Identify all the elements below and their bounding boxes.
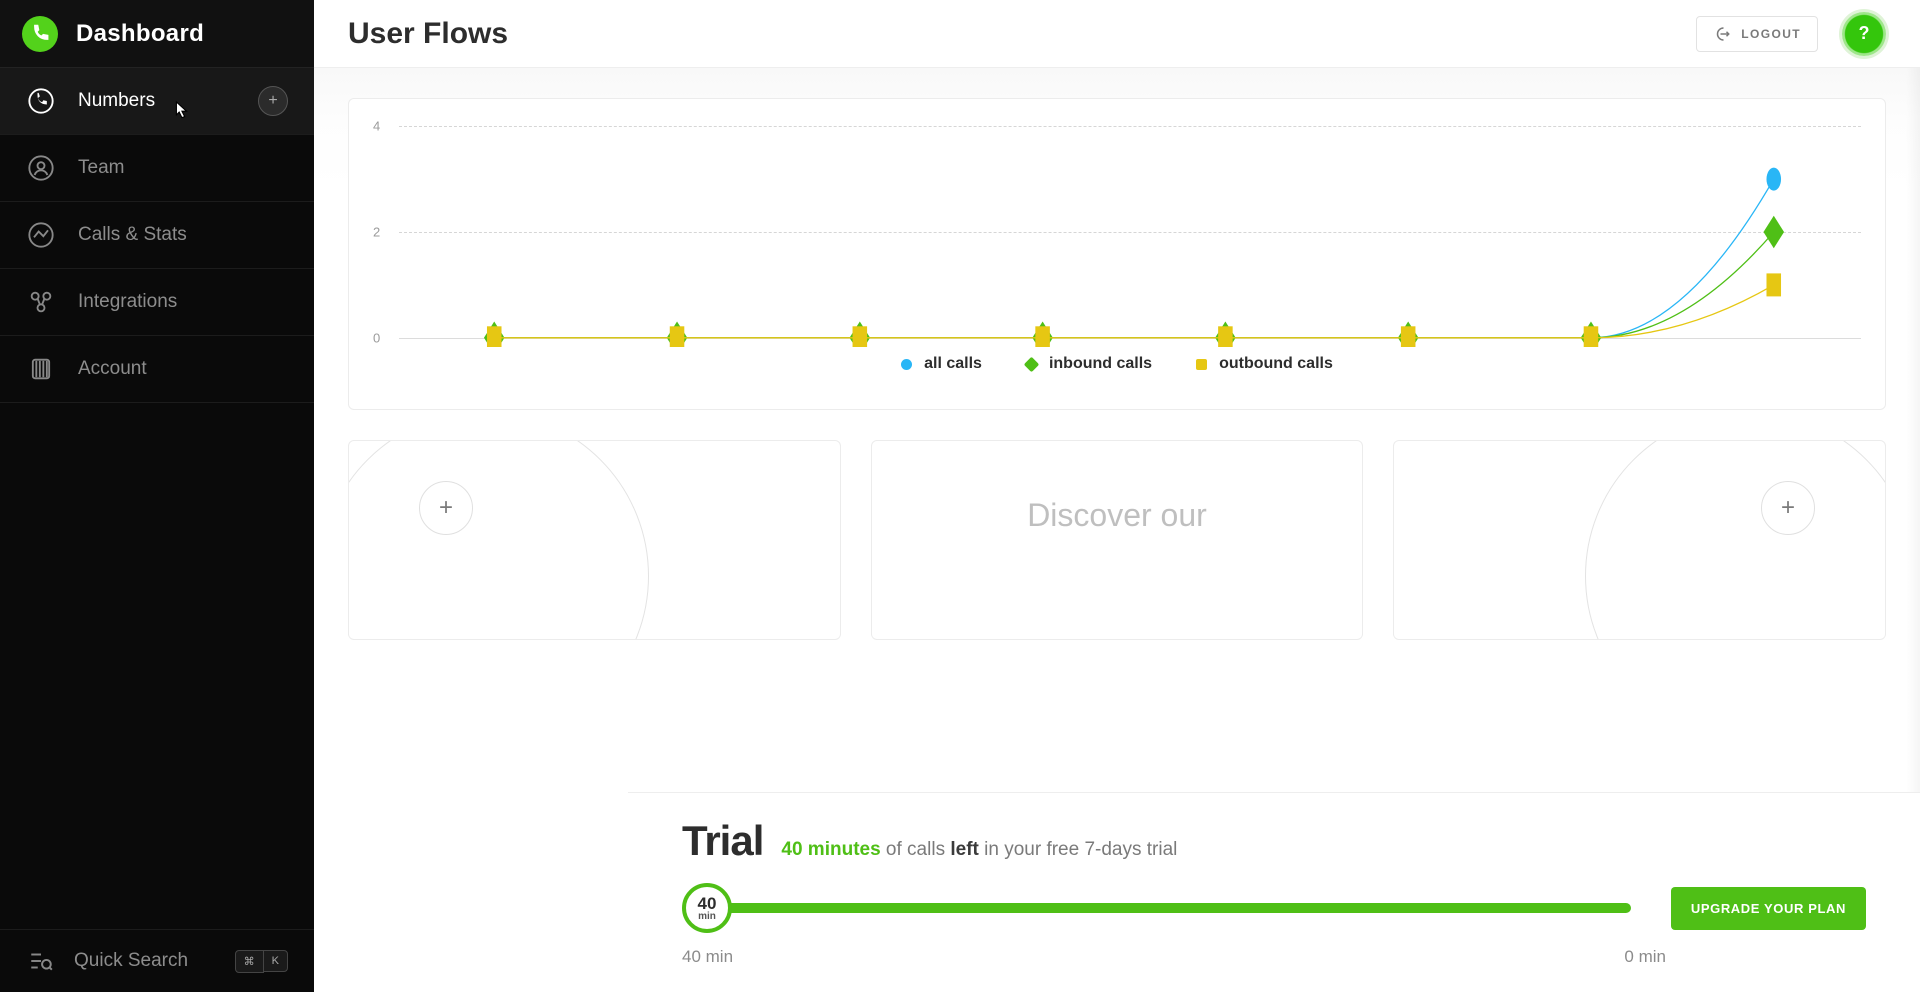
- sidebar-item-team[interactable]: Team: [0, 135, 314, 202]
- trial-subtitle: 40 minutes of calls left in your free 7-…: [781, 839, 1177, 861]
- discover-text: Discover our: [1027, 497, 1207, 534]
- sidebar-brand-title: Dashboard: [76, 20, 204, 48]
- legend-item-inbound[interactable]: inbound calls: [1026, 355, 1152, 373]
- y-tick: 0: [373, 330, 380, 345]
- legend-label: outbound calls: [1219, 355, 1333, 373]
- sidebar-item-label: Calls & Stats: [78, 224, 187, 246]
- phone-arrow-icon: [26, 86, 56, 116]
- legend-marker-diamond: [1024, 356, 1040, 372]
- logout-label: LOGOUT: [1741, 27, 1801, 41]
- trial-bar: Trial 40 minutes of calls left in your f…: [628, 792, 1920, 992]
- legend-marker-square: [1196, 359, 1207, 370]
- nav-list: Numbers + Team Calls & Stats Integratio: [0, 68, 314, 403]
- sidebar-header: Dashboard: [0, 0, 314, 68]
- trial-title: Trial: [682, 817, 763, 865]
- sidebar-item-numbers[interactable]: Numbers +: [0, 68, 314, 135]
- sidebar-item-label: Team: [78, 157, 124, 179]
- phone-icon: [30, 24, 50, 44]
- mini-card-center: Discover our: [871, 440, 1364, 640]
- knob-value: 40: [698, 895, 717, 912]
- quick-search-shortcut: ⌘ K: [235, 950, 288, 973]
- page-title: User Flows: [348, 17, 508, 51]
- y-tick: 2: [373, 225, 380, 240]
- quick-search[interactable]: Quick Search ⌘ K: [0, 929, 314, 992]
- sidebar-item-calls-stats[interactable]: Calls & Stats: [0, 202, 314, 269]
- arc-decoration: [1585, 440, 1886, 640]
- knob-unit: min: [698, 912, 716, 922]
- mini-card-left: +: [348, 440, 841, 640]
- trial-tail: in your free 7-days trial: [979, 839, 1178, 860]
- legend-marker-circle: [901, 359, 912, 370]
- upgrade-button[interactable]: UPGRADE YOUR PLAN: [1671, 887, 1866, 930]
- sidebar-item-integrations[interactable]: Integrations: [0, 269, 314, 336]
- sidebar-item-label: Numbers: [78, 90, 155, 112]
- kbd-k: K: [263, 950, 288, 972]
- quick-search-label: Quick Search: [74, 950, 188, 972]
- add-widget-button[interactable]: +: [419, 481, 473, 535]
- brand-logo: [22, 16, 58, 52]
- logout-icon: [1713, 25, 1731, 43]
- legend-item-all[interactable]: all calls: [901, 355, 982, 373]
- legend-label: inbound calls: [1049, 355, 1152, 373]
- scale-left: 40 min: [682, 947, 733, 967]
- chart-svg: [407, 117, 1861, 347]
- help-button[interactable]: ?: [1842, 12, 1886, 56]
- trial-scale: 40 min 0 min: [682, 947, 1866, 967]
- trial-left: left: [950, 839, 979, 860]
- sidebar: Dashboard Numbers + Team Calls & St: [0, 0, 314, 992]
- sidebar-item-label: Account: [78, 358, 147, 380]
- main: User Flows LOGOUT ? 4 2 0: [314, 0, 1920, 992]
- progress-track: [726, 903, 1631, 913]
- chart-legend: all calls inbound calls outbound calls: [373, 355, 1861, 373]
- sidebar-item-account[interactable]: Account: [0, 336, 314, 403]
- stats-icon: [26, 220, 56, 250]
- trial-minutes: 40 minutes: [781, 839, 880, 860]
- search-list-icon: [26, 946, 56, 976]
- sidebar-item-label: Integrations: [78, 291, 177, 313]
- y-tick: 4: [373, 119, 380, 134]
- trial-progress: 40 min: [682, 883, 1631, 933]
- legend-label: all calls: [924, 355, 982, 373]
- mini-card-right: +: [1393, 440, 1886, 640]
- add-widget-button[interactable]: +: [1761, 481, 1815, 535]
- chart-card: 4 2 0 all calls: [348, 98, 1886, 410]
- logout-button[interactable]: LOGOUT: [1696, 16, 1818, 52]
- arc-decoration: [348, 440, 649, 640]
- chart-area: 4 2 0: [373, 117, 1861, 347]
- trial-text: of calls: [881, 839, 951, 860]
- add-number-button[interactable]: +: [258, 86, 288, 116]
- topbar: User Flows LOGOUT ?: [314, 0, 1920, 68]
- help-icon: ?: [1859, 23, 1870, 44]
- account-icon: [26, 354, 56, 384]
- user-icon: [26, 153, 56, 183]
- legend-item-outbound[interactable]: outbound calls: [1196, 355, 1333, 373]
- secondary-cards: + Discover our +: [348, 440, 1886, 640]
- scale-right: 0 min: [1624, 947, 1666, 967]
- trial-progress-knob[interactable]: 40 min: [682, 883, 732, 933]
- kbd-cmd: ⌘: [235, 950, 264, 973]
- integrations-icon: [26, 287, 56, 317]
